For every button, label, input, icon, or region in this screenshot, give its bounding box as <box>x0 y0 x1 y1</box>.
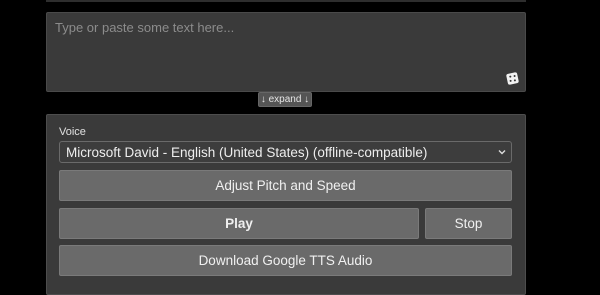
expand-button[interactable]: ↓ expand ↓ <box>258 92 312 107</box>
download-audio-button[interactable]: Download Google TTS Audio <box>59 245 512 276</box>
voice-label: Voice <box>59 126 86 138</box>
dice-icon[interactable] <box>506 72 519 85</box>
top-divider <box>46 0 526 2</box>
adjust-pitch-speed-button[interactable]: Adjust Pitch and Speed <box>59 170 512 201</box>
voice-select-value: Microsoft David - English (United States… <box>66 144 428 160</box>
voice-select[interactable]: Microsoft David - English (United States… <box>59 141 512 163</box>
tts-app: ↓ expand ↓ Voice Microsoft David - Engli… <box>0 0 600 295</box>
text-input[interactable] <box>46 12 526 92</box>
play-button[interactable]: Play <box>59 208 419 239</box>
stop-button[interactable]: Stop <box>425 208 512 239</box>
chevron-down-icon <box>497 146 507 158</box>
